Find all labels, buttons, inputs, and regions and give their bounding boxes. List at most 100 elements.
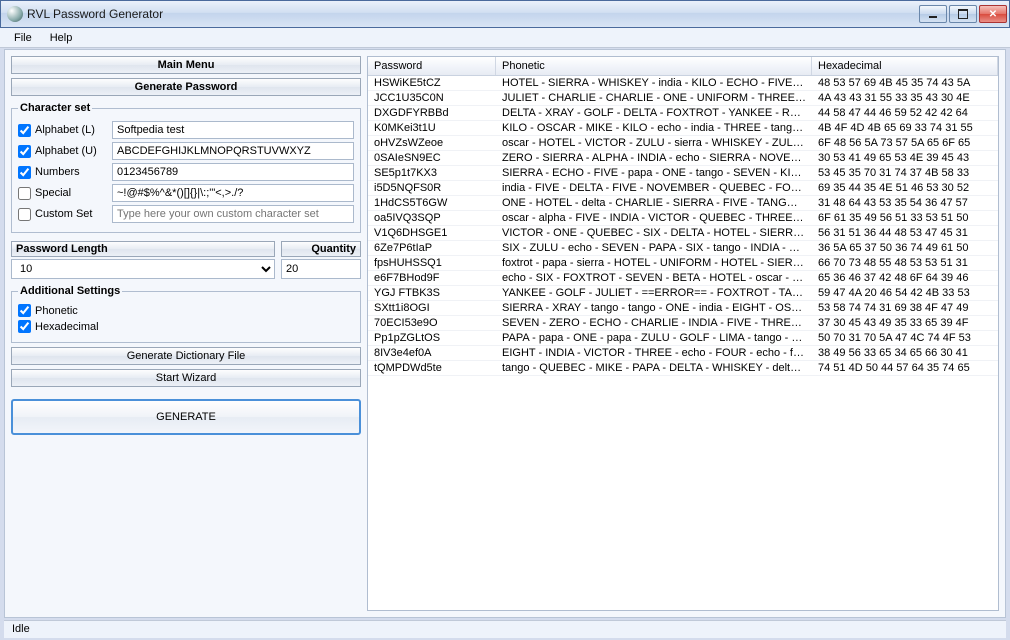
password-length-label: Password Length (11, 241, 275, 257)
charset-text-alphabet-upper: Alphabet (U) (35, 145, 97, 157)
client-area: Main Menu Generate Password Character se… (4, 49, 1006, 618)
cell-password: HSWiKE5tCZ (368, 76, 496, 90)
generate-button[interactable]: GENERATE (11, 399, 361, 435)
table-row[interactable]: V1Q6DHSGE1VICTOR - ONE - QUEBEC - SIX - … (368, 226, 998, 241)
cell-phonetic: HOTEL - SIERRA - WHISKEY - india - KILO … (496, 76, 812, 90)
charset-text-alphabet-lower: Alphabet (L) (35, 124, 95, 136)
app-icon (7, 6, 23, 22)
cell-password: fpsHUHSSQ1 (368, 256, 496, 270)
cell-hex: 31 48 64 43 53 35 54 36 47 57 (812, 196, 998, 210)
charset-text-special: Special (35, 187, 71, 199)
cell-phonetic: foxtrot - papa - sierra - HOTEL - UNIFOR… (496, 256, 812, 270)
cell-hex: 66 70 73 48 55 48 53 53 51 31 (812, 256, 998, 270)
cell-phonetic: PAPA - papa - ONE - papa - ZULU - GOLF -… (496, 331, 812, 345)
charset-text-numbers: Numbers (35, 166, 80, 178)
cell-password: K0MKei3t1U (368, 121, 496, 135)
cell-phonetic: SEVEN - ZERO - ECHO - CHARLIE - INDIA - … (496, 316, 812, 330)
charset-input-alphabet-upper[interactable] (112, 142, 354, 160)
table-row[interactable]: 70ECI53e9OSEVEN - ZERO - ECHO - CHARLIE … (368, 316, 998, 331)
generate-password-button[interactable]: Generate Password (11, 78, 361, 96)
table-row[interactable]: DXGDFYRBBdDELTA - XRAY - GOLF - DELTA - … (368, 106, 998, 121)
charset-input-special[interactable] (112, 184, 354, 202)
charset-input-alphabet-lower[interactable] (112, 121, 354, 139)
charset-input-custom-set[interactable] (112, 205, 354, 223)
cell-hex: 4B 4F 4D 4B 65 69 33 74 31 55 (812, 121, 998, 135)
cell-phonetic: SIX - ZULU - echo - SEVEN - PAPA - SIX -… (496, 241, 812, 255)
table-row[interactable]: tQMPDWd5tetango - QUEBEC - MIKE - PAPA -… (368, 361, 998, 376)
cell-hex: 36 5A 65 37 50 36 74 49 61 50 (812, 241, 998, 255)
charset-checkbox-numbers[interactable] (18, 166, 31, 179)
charset-row-alphabet-lower: Alphabet (L) (18, 121, 354, 139)
table-row[interactable]: SE5p1t7KX3SIERRA - ECHO - FIVE - papa - … (368, 166, 998, 181)
left-panel: Main Menu Generate Password Character se… (11, 56, 361, 611)
table-row[interactable]: HSWiKE5tCZHOTEL - SIERRA - WHISKEY - ind… (368, 76, 998, 91)
cell-phonetic: ONE - HOTEL - delta - CHARLIE - SIERRA -… (496, 196, 812, 210)
table-row[interactable]: JCC1U35C0NJULIET - CHARLIE - CHARLIE - O… (368, 91, 998, 106)
table-row[interactable]: i5D5NQFS0Rindia - FIVE - DELTA - FIVE - … (368, 181, 998, 196)
cell-password: 1HdCS5T6GW (368, 196, 496, 210)
cell-phonetic: india - FIVE - DELTA - FIVE - NOVEMBER -… (496, 181, 812, 195)
charset-text-custom-set: Custom Set (35, 208, 92, 220)
phonetic-option: Phonetic (18, 304, 108, 317)
table-row[interactable]: 1HdCS5T6GWONE - HOTEL - delta - CHARLIE … (368, 196, 998, 211)
charset-input-numbers[interactable] (112, 163, 354, 181)
table-row[interactable]: fpsHUHSSQ1foxtrot - papa - sierra - HOTE… (368, 256, 998, 271)
col-password[interactable]: Password (368, 57, 496, 75)
table-row[interactable]: K0MKei3t1UKILO - OSCAR - MIKE - KILO - e… (368, 121, 998, 136)
cell-phonetic: oscar - alpha - FIVE - INDIA - VICTOR - … (496, 211, 812, 225)
table-row[interactable]: 0SAIeSN9ECZERO - SIERRA - ALPHA - INDIA … (368, 151, 998, 166)
generate-dictionary-button[interactable]: Generate Dictionary File (11, 347, 361, 365)
table-row[interactable]: Pp1pZGLtOSPAPA - papa - ONE - papa - ZUL… (368, 331, 998, 346)
additional-settings-group: Additional Settings Phonetic Hexadecimal (11, 285, 361, 343)
cell-hex: 44 58 47 44 46 59 52 42 42 64 (812, 106, 998, 120)
charset-label-alphabet-lower: Alphabet (L) (18, 124, 108, 137)
menu-help[interactable]: Help (42, 30, 81, 46)
menu-file[interactable]: File (6, 30, 40, 46)
maximize-button[interactable] (949, 5, 977, 23)
window-title: RVL Password Generator (27, 7, 917, 21)
cell-password: YGJ FTBK3S (368, 286, 496, 300)
password-length-select[interactable]: 10 (11, 259, 275, 279)
cell-phonetic: KILO - OSCAR - MIKE - KILO - echo - indi… (496, 121, 812, 135)
col-phonetic[interactable]: Phonetic (496, 57, 812, 75)
start-wizard-button[interactable]: Start Wizard (11, 369, 361, 387)
cell-phonetic: DELTA - XRAY - GOLF - DELTA - FOXTROT - … (496, 106, 812, 120)
cell-password: Pp1pZGLtOS (368, 331, 496, 345)
results-rows: HSWiKE5tCZHOTEL - SIERRA - WHISKEY - ind… (368, 76, 998, 610)
character-set-legend: Character set (18, 102, 92, 114)
hex-option: Hexadecimal (18, 320, 108, 333)
table-row[interactable]: SXtt1i8OGISIERRA - XRAY - tango - tango … (368, 301, 998, 316)
cell-hex: 50 70 31 70 5A 47 4C 74 4F 53 (812, 331, 998, 345)
table-row[interactable]: oHVZsWZeoeoscar - HOTEL - VICTOR - ZULU … (368, 136, 998, 151)
charset-checkbox-custom-set[interactable] (18, 208, 31, 221)
minimize-button[interactable] (919, 5, 947, 23)
close-button[interactable] (979, 5, 1007, 23)
cell-password: tQMPDWd5te (368, 361, 496, 375)
title-bar: RVL Password Generator (0, 0, 1010, 28)
hex-checkbox[interactable] (18, 320, 31, 333)
cell-phonetic: EIGHT - INDIA - VICTOR - THREE - echo - … (496, 346, 812, 360)
charset-row-alphabet-upper: Alphabet (U) (18, 142, 354, 160)
cell-phonetic: YANKEE - GOLF - JULIET - ==ERROR== - FOX… (496, 286, 812, 300)
cell-password: 8IV3e4ef0A (368, 346, 496, 360)
character-set-group: Character set Alphabet (L) Alphabet (U) Nu… (11, 102, 361, 233)
cell-password: V1Q6DHSGE1 (368, 226, 496, 240)
table-row[interactable]: YGJ FTBK3SYANKEE - GOLF - JULIET - ==ERR… (368, 286, 998, 301)
hex-label: Hexadecimal (35, 321, 99, 333)
main-menu-button[interactable]: Main Menu (11, 56, 361, 74)
table-row[interactable]: e6F7BHod9Fecho - SIX - FOXTROT - SEVEN -… (368, 271, 998, 286)
charset-checkbox-alphabet-upper[interactable] (18, 145, 31, 158)
charset-checkbox-alphabet-lower[interactable] (18, 124, 31, 137)
charset-label-special: Special (18, 187, 108, 200)
charset-label-custom-set: Custom Set (18, 208, 108, 221)
table-row[interactable]: oa5IVQ3SQPoscar - alpha - FIVE - INDIA -… (368, 211, 998, 226)
cell-hex: 6F 61 35 49 56 51 33 53 51 50 (812, 211, 998, 225)
table-row[interactable]: 8IV3e4ef0AEIGHT - INDIA - VICTOR - THREE… (368, 346, 998, 361)
cell-phonetic: oscar - HOTEL - VICTOR - ZULU - sierra -… (496, 136, 812, 150)
phonetic-checkbox[interactable] (18, 304, 31, 317)
charset-checkbox-special[interactable] (18, 187, 31, 200)
quantity-input[interactable] (281, 259, 361, 279)
col-hexadecimal[interactable]: Hexadecimal (812, 57, 998, 75)
cell-hex: 30 53 41 49 65 53 4E 39 45 43 (812, 151, 998, 165)
table-row[interactable]: 6Ze7P6tIaPSIX - ZULU - echo - SEVEN - PA… (368, 241, 998, 256)
